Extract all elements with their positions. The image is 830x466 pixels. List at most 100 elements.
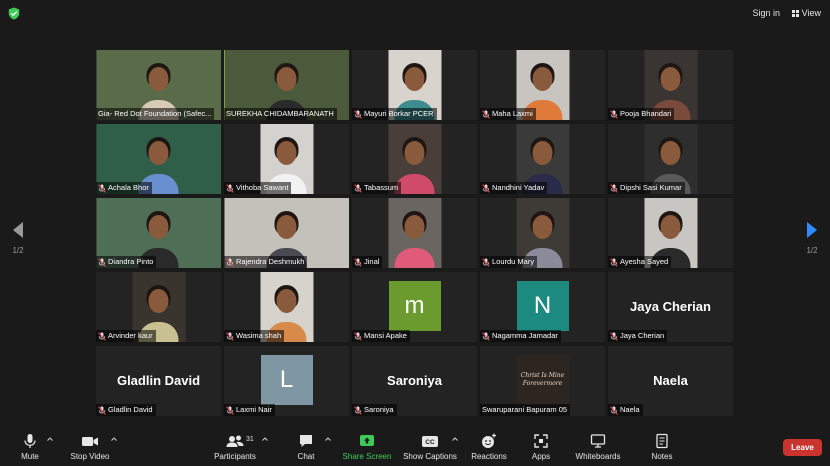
reactions-button[interactable]: Reactions — [459, 433, 519, 461]
leave-button[interactable]: Leave — [783, 439, 822, 456]
microphone-muted-icon — [354, 331, 362, 341]
view-button[interactable]: View — [791, 8, 821, 18]
participant-name: Dipshi Sasi Kumar — [620, 183, 682, 192]
video-options-chevron-icon[interactable] — [111, 437, 117, 441]
participant-tile[interactable]: Gia- Red Dot Foundation (Safec... — [96, 50, 221, 120]
participant-name-tag: Saroniya — [352, 404, 397, 416]
show-captions-label: Show Captions — [403, 452, 457, 461]
participant-name: Nagamma Jamadar — [492, 331, 558, 340]
captions-options-chevron-icon[interactable] — [452, 437, 458, 441]
participant-tile[interactable]: SUREKHA CHIDAMBARANATH — [224, 50, 349, 120]
participant-tile[interactable]: m Mansi Apake — [352, 272, 477, 342]
participant-name-tag: Laxmi Nair — [224, 404, 275, 416]
grid-view-icon — [791, 9, 799, 17]
participant-tile[interactable]: Tabassum — [352, 124, 477, 194]
microphone-muted-icon — [226, 183, 234, 193]
participant-tile[interactable]: Achala Bhor — [96, 124, 221, 194]
participants-label: Participants — [214, 452, 256, 461]
microphone-muted-icon — [482, 331, 490, 341]
participant-tile[interactable]: Mayuri Borkar PCER — [352, 50, 477, 120]
participant-display-name: Naela — [653, 373, 688, 388]
participant-tile[interactable]: Lourdu Mary — [480, 198, 605, 268]
participant-tile[interactable]: Christ Is Mine Forevermore Swaruparani Ba… — [480, 346, 605, 416]
participant-tile[interactable]: N Nagamma Jamadar — [480, 272, 605, 342]
participant-name: Mayuri Borkar PCER — [364, 109, 434, 118]
whiteboard-icon — [590, 434, 606, 448]
svg-text:CC: CC — [425, 439, 435, 446]
notes-button[interactable]: Notes — [632, 433, 692, 461]
participant-tile[interactable]: Diandra Pinto — [96, 198, 221, 268]
whiteboards-label: Whiteboards — [575, 452, 621, 461]
participant-name: Arvinder kaur — [108, 331, 153, 340]
sign-in-link[interactable]: Sign in — [752, 8, 780, 18]
apps-label: Apps — [531, 452, 551, 461]
microphone-muted-icon — [98, 331, 106, 341]
apps-button[interactable]: Apps — [511, 433, 571, 461]
participants-button[interactable]: Participants — [205, 433, 265, 461]
microphone-muted-icon — [354, 109, 362, 119]
participants-icon — [226, 435, 244, 447]
participant-name-tag: Pooja Bhandari — [608, 108, 675, 120]
participant-tile[interactable]: Nandhini Yadav — [480, 124, 605, 194]
microphone-muted-icon — [226, 331, 234, 341]
participant-tile[interactable]: Saroniya Saroniya — [352, 346, 477, 416]
next-page-button[interactable]: 1/2 — [802, 222, 822, 255]
chat-label: Chat — [297, 452, 315, 461]
meeting-toolbar: Mute Stop Video Participants 31 Chat Sha… — [0, 428, 830, 466]
participant-tile[interactable]: Maha Laxmi — [480, 50, 605, 120]
participant-avatar: L — [260, 355, 313, 405]
arrow-left-icon — [13, 222, 23, 238]
participant-tile[interactable]: Jaya Cherian Jaya Cherian — [608, 272, 733, 342]
arrow-right-icon — [807, 222, 817, 238]
microphone-muted-icon — [98, 257, 106, 267]
participant-tile[interactable]: Pooja Bhandari — [608, 50, 733, 120]
participant-tile[interactable]: Jinal — [352, 198, 477, 268]
whiteboards-button[interactable]: Whiteboards — [568, 433, 628, 461]
previous-page-button[interactable]: 1/2 — [8, 222, 28, 255]
participant-tile[interactable]: Wasima shah — [224, 272, 349, 342]
participant-tile[interactable]: Gladlin David Gladlin David — [96, 346, 221, 416]
participant-logo: Christ Is Mine Forevermore — [516, 355, 569, 405]
microphone-muted-icon — [610, 331, 618, 341]
closed-captions-icon: CC — [422, 436, 438, 447]
participant-tile[interactable]: Naela Naela — [608, 346, 733, 416]
participant-name: Saroniya — [364, 405, 394, 414]
chat-options-chevron-icon[interactable] — [325, 437, 331, 441]
participant-name: Wasima shah — [236, 331, 282, 340]
shield-check-icon[interactable] — [8, 7, 20, 20]
participant-avatar: N — [516, 281, 569, 331]
participant-name: Gia- Red Dot Foundation (Safec... — [98, 109, 212, 118]
participant-name-tag: Arvinder kaur — [96, 330, 156, 342]
participant-name-tag: Dipshi Sasi Kumar — [608, 182, 685, 194]
view-label: View — [801, 8, 821, 18]
participant-name-tag: Jaya Cherian — [608, 330, 668, 342]
participant-name-tag: Maha Laxmi — [480, 108, 536, 120]
participants-options-chevron-icon[interactable] — [262, 437, 268, 441]
participant-name: Jinal — [364, 257, 380, 266]
participant-name: Ayesha Sayed — [620, 257, 669, 266]
participant-display-name: Saroniya — [387, 373, 442, 388]
participant-display-name: Gladlin David — [116, 373, 201, 388]
top-bar: Sign in View — [0, 0, 830, 28]
participant-name: Jaya Cherian — [620, 331, 665, 340]
chat-bubble-icon — [300, 435, 312, 447]
notes-icon — [656, 433, 668, 449]
participant-name-tag: Mansi Apake — [352, 330, 410, 342]
participant-tile[interactable]: Ayesha Sayed — [608, 198, 733, 268]
microphone-muted-icon — [610, 257, 618, 267]
microphone-muted-icon — [482, 183, 490, 193]
show-captions-button[interactable]: CC Show Captions — [400, 433, 460, 461]
participant-name: Naela — [620, 405, 640, 414]
participant-avatar: m — [388, 281, 441, 331]
share-screen-button[interactable]: Share Screen — [337, 433, 397, 461]
participant-tile[interactable]: Vithoba Sawant — [224, 124, 349, 194]
reactions-label: Reactions — [471, 452, 507, 461]
participant-tile[interactable]: Arvinder kaur — [96, 272, 221, 342]
participant-tile[interactable]: Dipshi Sasi Kumar — [608, 124, 733, 194]
participant-name-tag: Nandhini Yadav — [480, 182, 548, 194]
participant-name: Achala Bhor — [108, 183, 149, 192]
audio-options-chevron-icon[interactable] — [47, 437, 53, 441]
participant-tile[interactable]: Rajendra Deshmukh — [224, 198, 349, 268]
participant-tile[interactable]: L Laxmi Nair — [224, 346, 349, 416]
microphone-muted-icon — [610, 405, 618, 415]
